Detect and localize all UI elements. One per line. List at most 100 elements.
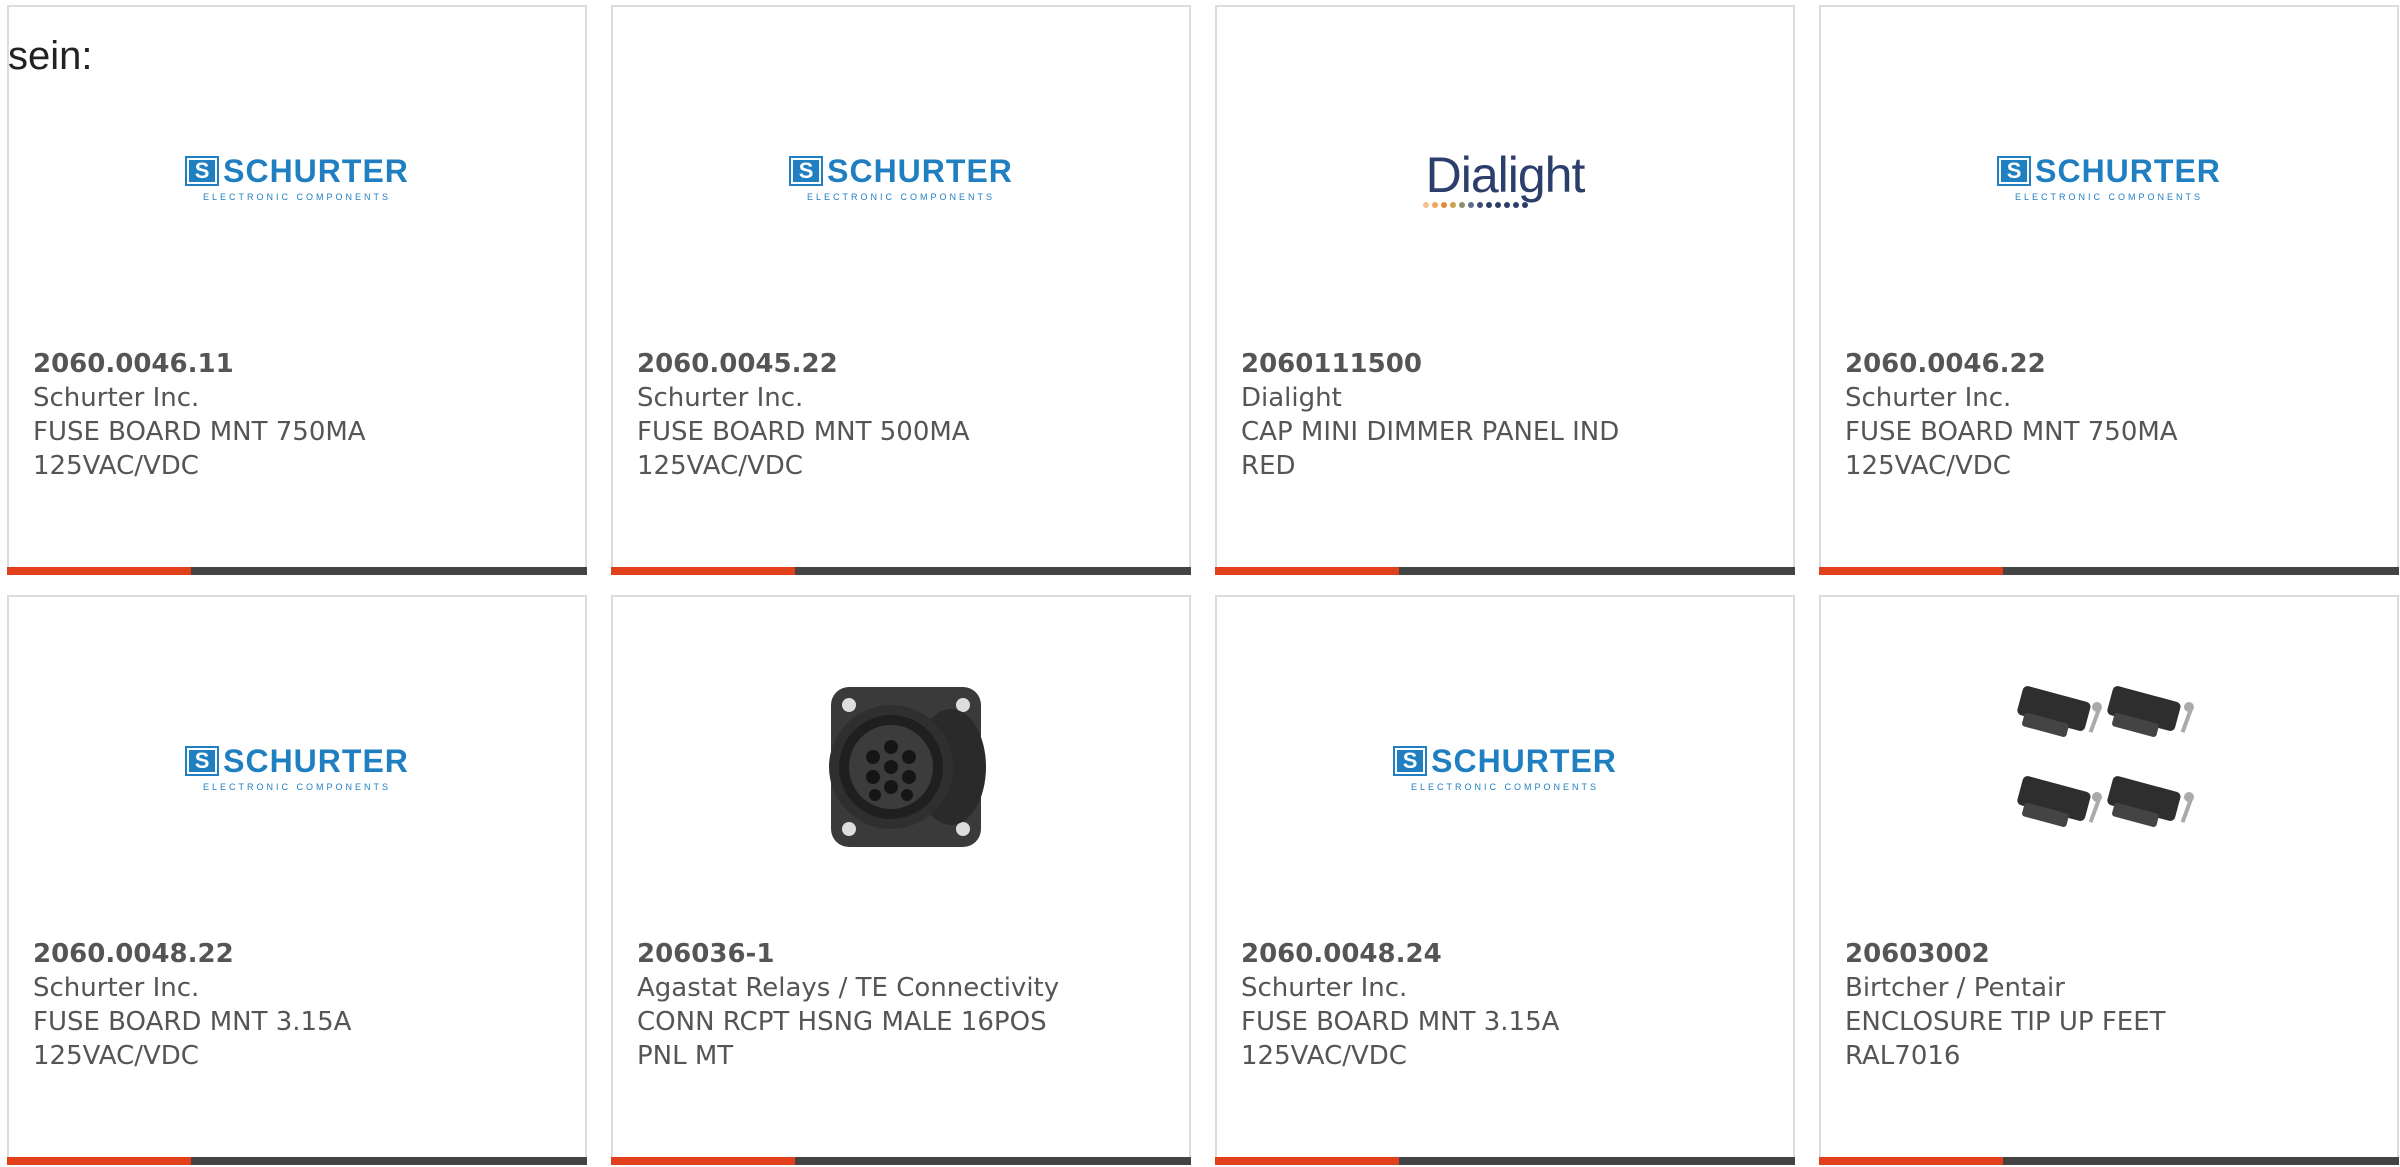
card-accent-bar [1819,1157,2003,1165]
product-card[interactable]: S SCHURTER ELECTRONIC COMPONENTS 2060.00… [7,595,587,1165]
schurter-logo: S SCHURTER ELECTRONIC COMPONENTS [789,153,1013,202]
description-line-2: PNL MT [637,1041,734,1071]
schurter-s-icon: S [789,156,824,186]
schurter-logo: S SCHURTER ELECTRONIC COMPONENTS [1393,743,1617,792]
product-info: 206036-1 Agastat Relays / TE Connectivit… [637,937,1165,1073]
description-line-1: ENCLOSURE TIP UP FEET [1845,1007,2166,1037]
description-line-2: RED [1241,451,1296,481]
logo-subtitle: ELECTRONIC COMPONENTS [202,191,391,202]
description-line-2: 125VAC/VDC [1241,1041,1407,1071]
manufacturer: Schurter Inc. [637,383,804,413]
product-card[interactable]: S SCHURTER ELECTRONIC COMPONENTS 2060.00… [1215,595,1795,1165]
description-line-2: RAL7016 [1845,1041,1961,1071]
part-number[interactable]: 206036-1 [637,937,1165,971]
logo-word: Dialight [1425,147,1586,203]
product-info: 20603002 Birtcher / Pentair ENCLOSURE TI… [1845,937,2373,1073]
manufacturer: Schurter Inc. [1845,383,2012,413]
page: sein: S SCHURTER ELECTRONIC COMPONENTS 2… [0,0,2400,1167]
description-line-1: FUSE BOARD MNT 750MA [1845,417,2178,447]
product-image[interactable]: S SCHURTER ELECTRONIC COMPONENTS [613,47,1189,307]
part-number[interactable]: 2060.0046.22 [1845,347,2373,381]
card-footer-bar [611,1157,1191,1165]
connector-photo [829,687,986,847]
card-accent-bar [611,1157,795,1165]
product-info: 2060.0048.22 Schurter Inc. FUSE BOARD MN… [33,937,561,1073]
card-footer-bar [1215,1157,1795,1165]
logo-word: SCHURTER [223,152,409,189]
product-info: 2060.0046.22 Schurter Inc. FUSE BOARD MN… [1845,347,2373,483]
description-line-1: FUSE BOARD MNT 500MA [637,417,970,447]
logo-word: SCHURTER [1431,742,1617,779]
description-line-2: 125VAC/VDC [1845,451,2011,481]
card-footer-bar [1819,567,2399,575]
logo-subtitle: ELECTRONIC COMPONENTS [806,191,995,202]
schurter-s-icon: S [185,746,220,776]
product-card[interactable]: S SCHURTER ELECTRONIC COMPONENTS 2060.00… [611,5,1191,575]
product-card[interactable]: 20603002 Birtcher / Pentair ENCLOSURE TI… [1819,595,2399,1165]
card-accent-bar [1819,567,2003,575]
product-card[interactable]: S SCHURTER ELECTRONIC COMPONENTS 2060.00… [7,5,587,575]
logo-subtitle: ELECTRONIC COMPONENTS [1410,781,1599,792]
description-line-2: 125VAC/VDC [33,1041,199,1071]
part-number[interactable]: 2060.0045.22 [637,347,1165,381]
part-number[interactable]: 2060.0046.11 [33,347,561,381]
card-accent-bar [611,567,795,575]
manufacturer: Schurter Inc. [1241,973,1408,1003]
schurter-s-icon: S [1997,156,2032,186]
schurter-logo: S SCHURTER ELECTRONIC COMPONENTS [185,743,409,792]
manufacturer: Birtcher / Pentair [1845,973,2065,1003]
description-line-1: FUSE BOARD MNT 750MA [33,417,366,447]
product-info: 2060.0048.24 Schurter Inc. FUSE BOARD MN… [1241,937,1769,1073]
dialight-logo: Dialight [1422,146,1586,208]
schurter-logo: S SCHURTER ELECTRONIC COMPONENTS [1997,153,2221,202]
product-info: 2060111500 Dialight CAP MINI DIMMER PANE… [1241,347,1769,483]
product-image[interactable]: S SCHURTER ELECTRONIC COMPONENTS [9,47,585,307]
product-grid: S SCHURTER ELECTRONIC COMPONENTS 2060.00… [7,5,2400,1165]
logo-subtitle: ELECTRONIC COMPONENTS [2014,191,2203,202]
description-line-2: 125VAC/VDC [33,451,199,481]
manufacturer: Schurter Inc. [33,383,200,413]
enclosure-feet-photo [2017,686,2194,827]
logo-word: SCHURTER [2035,152,2221,189]
product-image[interactable]: S SCHURTER ELECTRONIC COMPONENTS [1217,637,1793,897]
card-footer-bar [1215,567,1795,575]
card-accent-bar [7,567,191,575]
part-number[interactable]: 2060111500 [1241,347,1769,381]
card-footer-bar [1819,1157,2399,1165]
product-image[interactable] [1821,637,2397,897]
part-number[interactable]: 2060.0048.22 [33,937,561,971]
intro-text: sein: [8,34,93,78]
schurter-s-icon: S [185,156,220,186]
product-card[interactable]: S SCHURTER ELECTRONIC COMPONENTS 2060.00… [1819,5,2399,575]
part-number[interactable]: 20603002 [1845,937,2373,971]
logo-subtitle: ELECTRONIC COMPONENTS [202,781,391,792]
card-accent-bar [1215,1157,1399,1165]
logo-dots [1422,202,1528,208]
product-image[interactable] [613,637,1189,897]
card-footer-bar [611,567,1191,575]
manufacturer: Dialight [1241,383,1342,413]
manufacturer: Schurter Inc. [33,973,200,1003]
product-info: 2060.0046.11 Schurter Inc. FUSE BOARD MN… [33,347,561,483]
card-accent-bar [7,1157,191,1165]
card-footer-bar [7,567,587,575]
part-number[interactable]: 2060.0048.24 [1241,937,1769,971]
card-accent-bar [1215,567,1399,575]
description-line-1: FUSE BOARD MNT 3.15A [1241,1007,1560,1037]
logo-word: SCHURTER [827,152,1013,189]
logo-word: SCHURTER [223,742,409,779]
schurter-logo: S SCHURTER ELECTRONIC COMPONENTS [185,153,409,202]
description-line-1: FUSE BOARD MNT 3.15A [33,1007,352,1037]
schurter-s-icon: S [1393,746,1428,776]
description-line-2: 125VAC/VDC [637,451,803,481]
product-card[interactable]: Dialight 2060111500 Dialight CAP MINI DI… [1215,5,1795,575]
description-line-1: CAP MINI DIMMER PANEL IND [1241,417,1620,447]
description-line-1: CONN RCPT HSNG MALE 16POS [637,1007,1047,1037]
card-footer-bar [7,1157,587,1165]
manufacturer: Agastat Relays / TE Connectivity [637,973,1060,1003]
product-image[interactable]: Dialight [1217,47,1793,307]
product-image[interactable]: S SCHURTER ELECTRONIC COMPONENTS [9,637,585,897]
product-card[interactable]: 206036-1 Agastat Relays / TE Connectivit… [611,595,1191,1165]
product-info: 2060.0045.22 Schurter Inc. FUSE BOARD MN… [637,347,1165,483]
product-image[interactable]: S SCHURTER ELECTRONIC COMPONENTS [1821,47,2397,307]
